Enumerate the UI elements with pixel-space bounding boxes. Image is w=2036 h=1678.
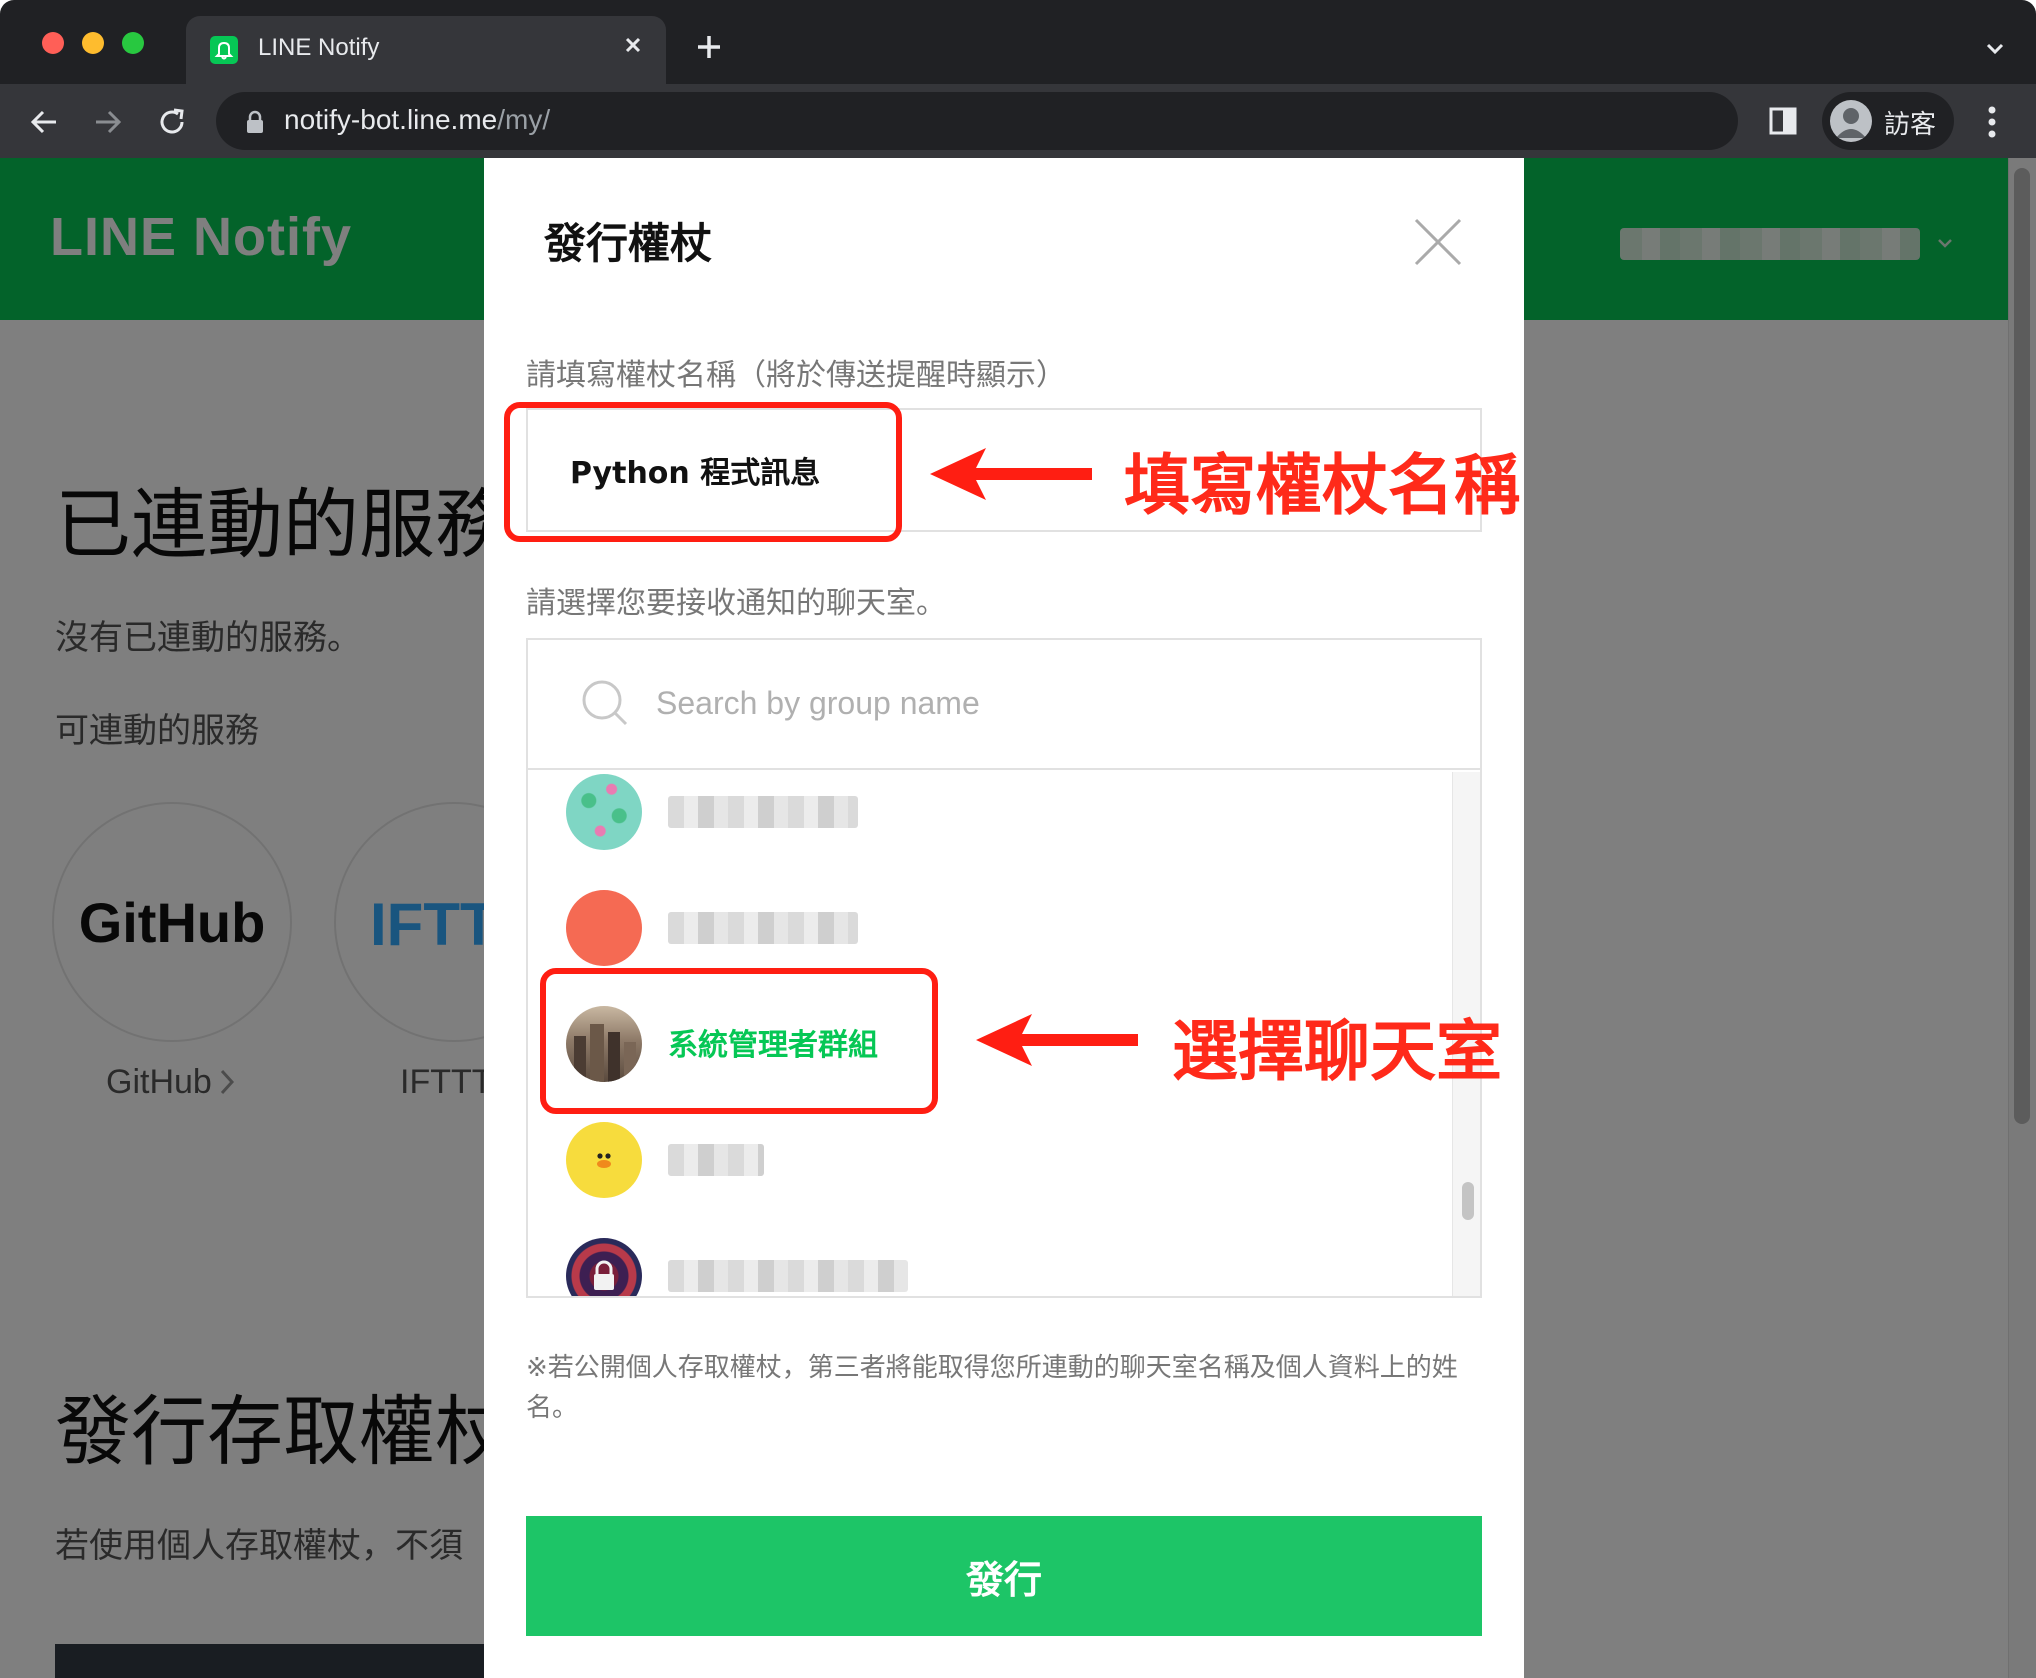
frog-pattern-avatar-icon (566, 774, 642, 850)
chat-list-item[interactable] (528, 1102, 1452, 1218)
annotation-select-chat-text: 選擇聊天室 (1172, 1013, 1502, 1090)
issue-button[interactable]: 發行 (526, 1516, 1482, 1636)
privacy-note: ※若公開個人存取權杖，第三者將能取得您所連動的聊天室名稱及個人資料上的姓名。 (526, 1353, 1458, 1423)
chat-select-label: 請選擇您要接收通知的聊天室。 (526, 586, 946, 621)
profile-name: 訪客 (1884, 110, 1937, 140)
chat-list-item[interactable] (528, 772, 1452, 870)
forward-arrow-icon[interactable] (90, 104, 126, 140)
browser-tab-strip: LINE Notify (0, 0, 2036, 84)
modal-title: 發行權杖 (544, 219, 713, 268)
close-icon[interactable] (1412, 216, 1464, 268)
lock-icon[interactable] (244, 110, 266, 134)
annotation-box-select-chat (540, 968, 938, 1114)
chat-name-blurred (668, 1260, 908, 1292)
group-search-input[interactable] (654, 670, 1434, 736)
padlock-avatar-icon (566, 1238, 642, 1296)
duck-avatar-icon (566, 1122, 642, 1198)
browser-menu-icon[interactable] (1978, 102, 2006, 142)
coral-circle-avatar-icon (566, 890, 642, 966)
line-notify-favicon-icon (210, 36, 238, 64)
new-tab-icon[interactable] (692, 30, 726, 64)
page-viewport: LINE Notify 已連動的服務 沒有已連動的服務。 可連動的服務 GitH… (0, 158, 2036, 1678)
chat-list-scrollbar-thumb[interactable] (1462, 1182, 1474, 1220)
search-icon (580, 678, 630, 728)
chat-name-blurred (668, 796, 858, 828)
reload-icon[interactable] (154, 104, 190, 140)
profile-avatar-icon (1830, 100, 1872, 142)
annotation-fill-name-text: 填寫權杖名稱 (1124, 447, 1520, 524)
side-panel-icon[interactable] (1766, 104, 1800, 138)
chat-list-item[interactable] (528, 1218, 1452, 1296)
tab-title: LINE Notify (258, 34, 380, 61)
url-text: notify-bot.line.me/my/ (284, 104, 551, 135)
address-bar[interactable]: notify-bot.line.me/my/ (216, 92, 1738, 150)
profile-button[interactable]: 訪客 (1822, 92, 1954, 150)
chat-name-blurred (668, 912, 858, 944)
annotation-arrow-icon (928, 446, 1094, 506)
window-zoom-button[interactable] (122, 32, 144, 54)
window-close-button[interactable] (42, 32, 64, 54)
annotation-arrow-icon (974, 1012, 1140, 1072)
back-arrow-icon[interactable] (26, 104, 62, 140)
browser-tab[interactable]: LINE Notify (186, 16, 666, 84)
annotation-box-token-name (504, 402, 902, 542)
token-name-label: 請填寫權杖名稱（將於傳送提醒時顯示） (526, 358, 1066, 393)
window-minimize-button[interactable] (82, 32, 104, 54)
tab-close-icon[interactable] (618, 30, 648, 60)
chat-name-blurred (668, 1144, 764, 1176)
tab-search-chevron-icon[interactable] (1982, 36, 2008, 62)
browser-toolbar: notify-bot.line.me/my/ 訪客 (0, 84, 2036, 158)
group-search-row (528, 640, 1480, 770)
issue-token-modal: 發行權杖 請填寫權杖名稱（將於傳送提醒時顯示） 請選擇您要接收通知的聊天室。 (484, 158, 1524, 1678)
